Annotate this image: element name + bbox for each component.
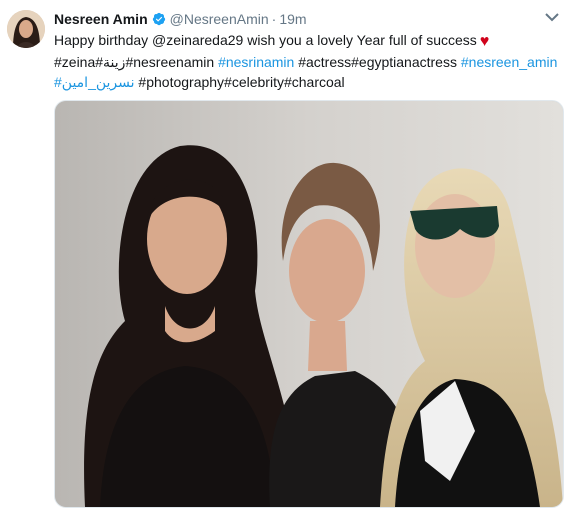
tweet-text: Happy birthday @zeinareda29 wish you a l… <box>54 30 564 92</box>
tweet-header: Nesreen Amin @NesreenAmin · 19m <box>54 9 545 29</box>
tweet-photo[interactable] <box>54 100 564 508</box>
avatar-image <box>7 10 45 48</box>
tweet-text-main: Happy birthday @zeinareda29 wish you a l… <box>54 32 477 48</box>
author-name[interactable]: Nesreen Amin <box>54 11 148 27</box>
chevron-down-icon[interactable] <box>545 12 559 22</box>
tweet-timestamp[interactable]: 19m <box>279 11 306 27</box>
tweet-text-line-3: #نسرين_امين #photography#celebrity#charc… <box>54 72 564 92</box>
hashtag-link-nesreen-amin[interactable]: #nesreen_amin <box>461 54 558 70</box>
tweet-text-line-2: #zeina#زينة#nesreenamin #nesrinamin #act… <box>54 52 564 72</box>
heart-emoji: ♥ <box>479 33 490 50</box>
hashtag-link-arabic[interactable]: #نسرين_امين <box>54 74 135 90</box>
hashtags-plain-1: #zeina#زينة#nesreenamin <box>54 54 215 70</box>
verified-badge-icon <box>152 12 165 26</box>
separator-dot: · <box>271 11 277 27</box>
avatar[interactable] <box>7 10 45 48</box>
tweet-text-line-1: Happy birthday @zeinareda29 wish you a l… <box>54 30 564 52</box>
tweet: Nesreen Amin @NesreenAmin · 19m Happy bi… <box>0 0 575 511</box>
hashtag-link-nesrinamin[interactable]: #nesrinamin <box>218 54 294 70</box>
hashtags-plain-3: #photography#celebrity#charcoal <box>138 74 345 90</box>
hashtags-plain-2: #actress#egyptianactress <box>298 54 457 70</box>
tweet-photo-image <box>55 101 563 507</box>
author-handle[interactable]: @NesreenAmin <box>170 11 269 27</box>
